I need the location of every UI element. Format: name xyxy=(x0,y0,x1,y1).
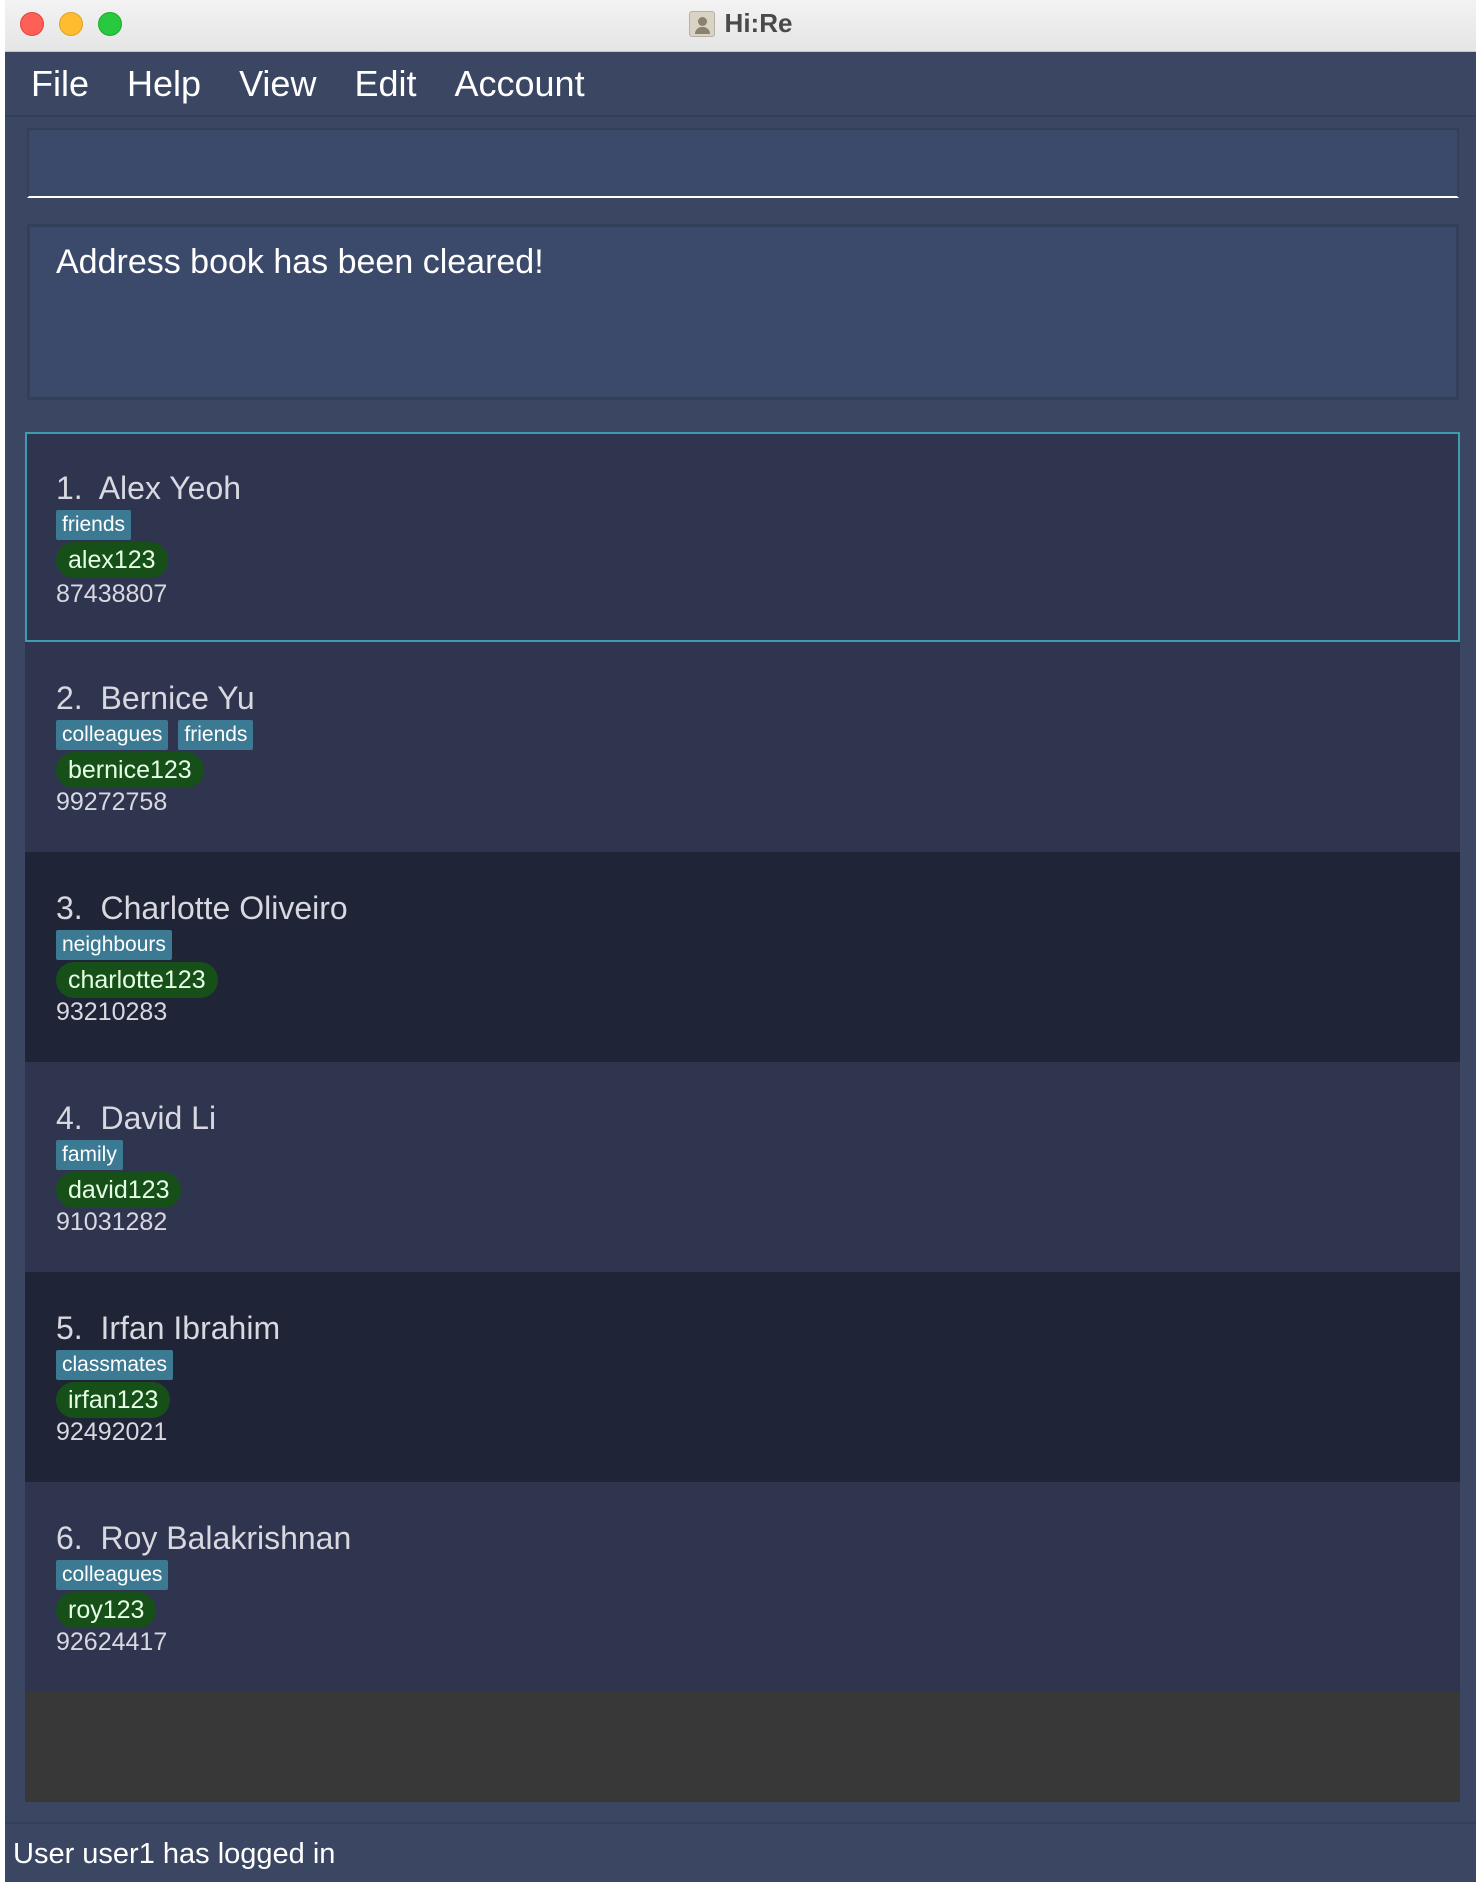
tag-list: neighbours xyxy=(56,930,172,960)
tag: friends xyxy=(178,720,254,750)
window-title: Hi:Re xyxy=(724,8,793,38)
person-card[interactable]: 4. David Li family david123 91031282 xyxy=(25,1062,1460,1272)
phone-number: 92624417 xyxy=(56,1628,168,1656)
tag-list: colleagues friends xyxy=(56,720,254,750)
command-box xyxy=(27,128,1459,198)
tag: friends xyxy=(56,510,132,540)
menu-file[interactable]: File xyxy=(31,63,89,105)
title-bar: Hi:Re xyxy=(5,0,1476,52)
person-card[interactable]: 1. Alex Yeoh friends alex123 87438807 xyxy=(25,432,1460,642)
username-badge: irfan123 xyxy=(56,1382,171,1418)
tag-list: friends xyxy=(56,510,132,540)
tag-list: classmates xyxy=(56,1350,174,1380)
result-display: Address book has been cleared! xyxy=(27,224,1459,400)
menu-view[interactable]: View xyxy=(239,63,316,105)
person-name: 2. Bernice Yu xyxy=(56,680,255,716)
tag: colleagues xyxy=(56,1560,169,1590)
status-bar: User user1 has logged in xyxy=(5,1822,1476,1882)
person-card[interactable]: 2. Bernice Yu colleagues friends bernice… xyxy=(25,642,1460,852)
phone-number: 87438807 xyxy=(56,580,168,608)
tag: classmates xyxy=(56,1350,174,1380)
person-card[interactable]: 6. Roy Balakrishnan colleagues roy123 92… xyxy=(25,1482,1460,1692)
menu-bar: File Help View Edit Account xyxy=(5,53,1476,117)
menu-account[interactable]: Account xyxy=(455,63,585,105)
tag-list: colleagues xyxy=(56,1560,169,1590)
person-card[interactable]: 5. Irfan Ibrahim classmates irfan123 924… xyxy=(25,1272,1460,1482)
username-badge: david123 xyxy=(56,1172,182,1208)
phone-number: 93210283 xyxy=(56,998,168,1026)
phone-number: 92492021 xyxy=(56,1418,168,1446)
username-badge: charlotte123 xyxy=(56,962,218,998)
person-name: 1. Alex Yeoh xyxy=(56,470,242,506)
username-badge: alex123 xyxy=(56,542,168,578)
phone-number: 91031282 xyxy=(56,1208,168,1236)
phone-number: 99272758 xyxy=(56,788,168,816)
app-icon xyxy=(688,10,715,37)
username-badge: bernice123 xyxy=(56,752,204,788)
result-message: Address book has been cleared! xyxy=(56,243,544,281)
person-list[interactable]: 1. Alex Yeoh friends alex123 87438807 2.… xyxy=(25,432,1460,1802)
tag: neighbours xyxy=(56,930,172,960)
person-name: 4. David Li xyxy=(56,1100,217,1136)
person-name: 5. Irfan Ibrahim xyxy=(56,1310,281,1346)
menu-help[interactable]: Help xyxy=(127,63,201,105)
tag: colleagues xyxy=(56,720,169,750)
tag-list: family xyxy=(56,1140,123,1170)
person-name: 3. Charlotte Oliveiro xyxy=(56,890,348,926)
app-window: Hi:Re File Help View Edit Account Addres… xyxy=(5,0,1476,1882)
person-card[interactable]: 3. Charlotte Oliveiro neighbours charlot… xyxy=(25,852,1460,1062)
menu-edit[interactable]: Edit xyxy=(354,63,416,105)
status-text: User user1 has logged in xyxy=(13,1838,336,1870)
person-name: 6. Roy Balakrishnan xyxy=(56,1520,352,1556)
username-badge: roy123 xyxy=(56,1592,157,1628)
tag: family xyxy=(56,1140,123,1170)
command-input[interactable] xyxy=(29,130,1457,196)
